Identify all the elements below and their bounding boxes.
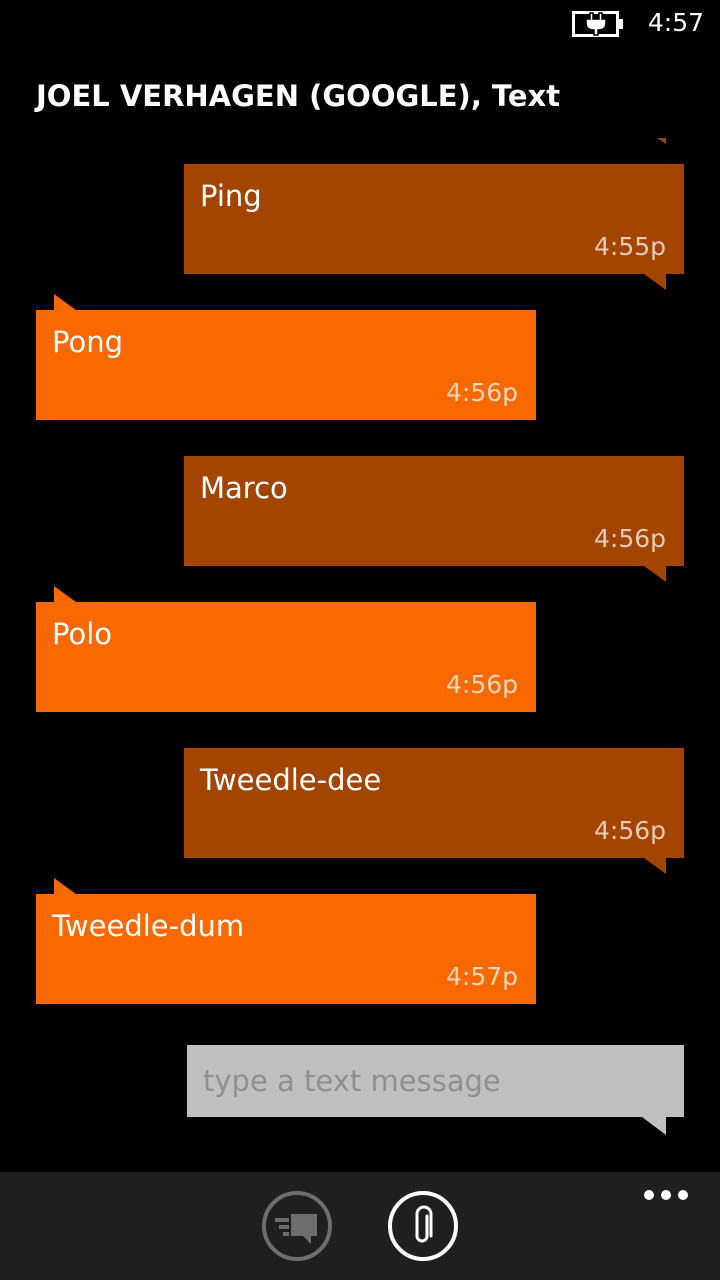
- ellipsis-icon[interactable]: [644, 1188, 688, 1202]
- status-time: 4:57: [647, 8, 704, 37]
- switch-thread-button[interactable]: [261, 1190, 333, 1262]
- message-text: Polo: [52, 617, 112, 651]
- switch-thread-icon: [262, 1191, 332, 1261]
- message-timestamp: 4:57p: [445, 962, 518, 991]
- bubble-tail: [644, 858, 666, 874]
- attach-button[interactable]: [387, 1190, 459, 1262]
- status-bar: 4:57: [0, 0, 720, 48]
- message-received[interactable]: Polo 4:56p: [36, 586, 536, 712]
- previous-bubble-tail: [657, 138, 666, 144]
- message-text: Marco: [200, 471, 288, 505]
- message-timestamp: 4:55p: [593, 232, 666, 261]
- message-sent[interactable]: Tweedle-dee 4:56p: [184, 748, 684, 874]
- message-received[interactable]: Tweedle-dum 4:57p: [36, 878, 536, 1004]
- message-timestamp: 4:56p: [593, 816, 666, 845]
- message-input[interactable]: [187, 1045, 684, 1117]
- message-timestamp: 4:56p: [593, 524, 666, 553]
- message-sent[interactable]: Marco 4:56p: [184, 456, 684, 582]
- message-timestamp: 4:56p: [445, 378, 518, 407]
- paperclip-icon: [388, 1191, 458, 1261]
- bubble-tail: [54, 878, 76, 894]
- bubble-tail: [54, 294, 76, 310]
- message-text: Tweedle-dee: [200, 763, 382, 797]
- bubble-tail: [644, 566, 666, 582]
- message-received[interactable]: Pong 4:56p: [36, 294, 536, 420]
- message-timestamp: 4:56p: [445, 670, 518, 699]
- compose-tail: [642, 1117, 666, 1135]
- bubble-tail: [644, 274, 666, 290]
- message-text: Pong: [52, 325, 123, 359]
- thread-title: JOEL VERHAGEN (GOOGLE), Text: [36, 79, 561, 113]
- app-bar: [0, 1172, 720, 1280]
- message-text: Tweedle-dum: [52, 909, 245, 943]
- battery-charging-icon: [572, 11, 623, 37]
- bubble-tail: [54, 586, 76, 602]
- compose-box: [187, 1045, 684, 1135]
- message-sent[interactable]: Ping 4:55p: [184, 164, 684, 290]
- message-text: Ping: [200, 179, 262, 213]
